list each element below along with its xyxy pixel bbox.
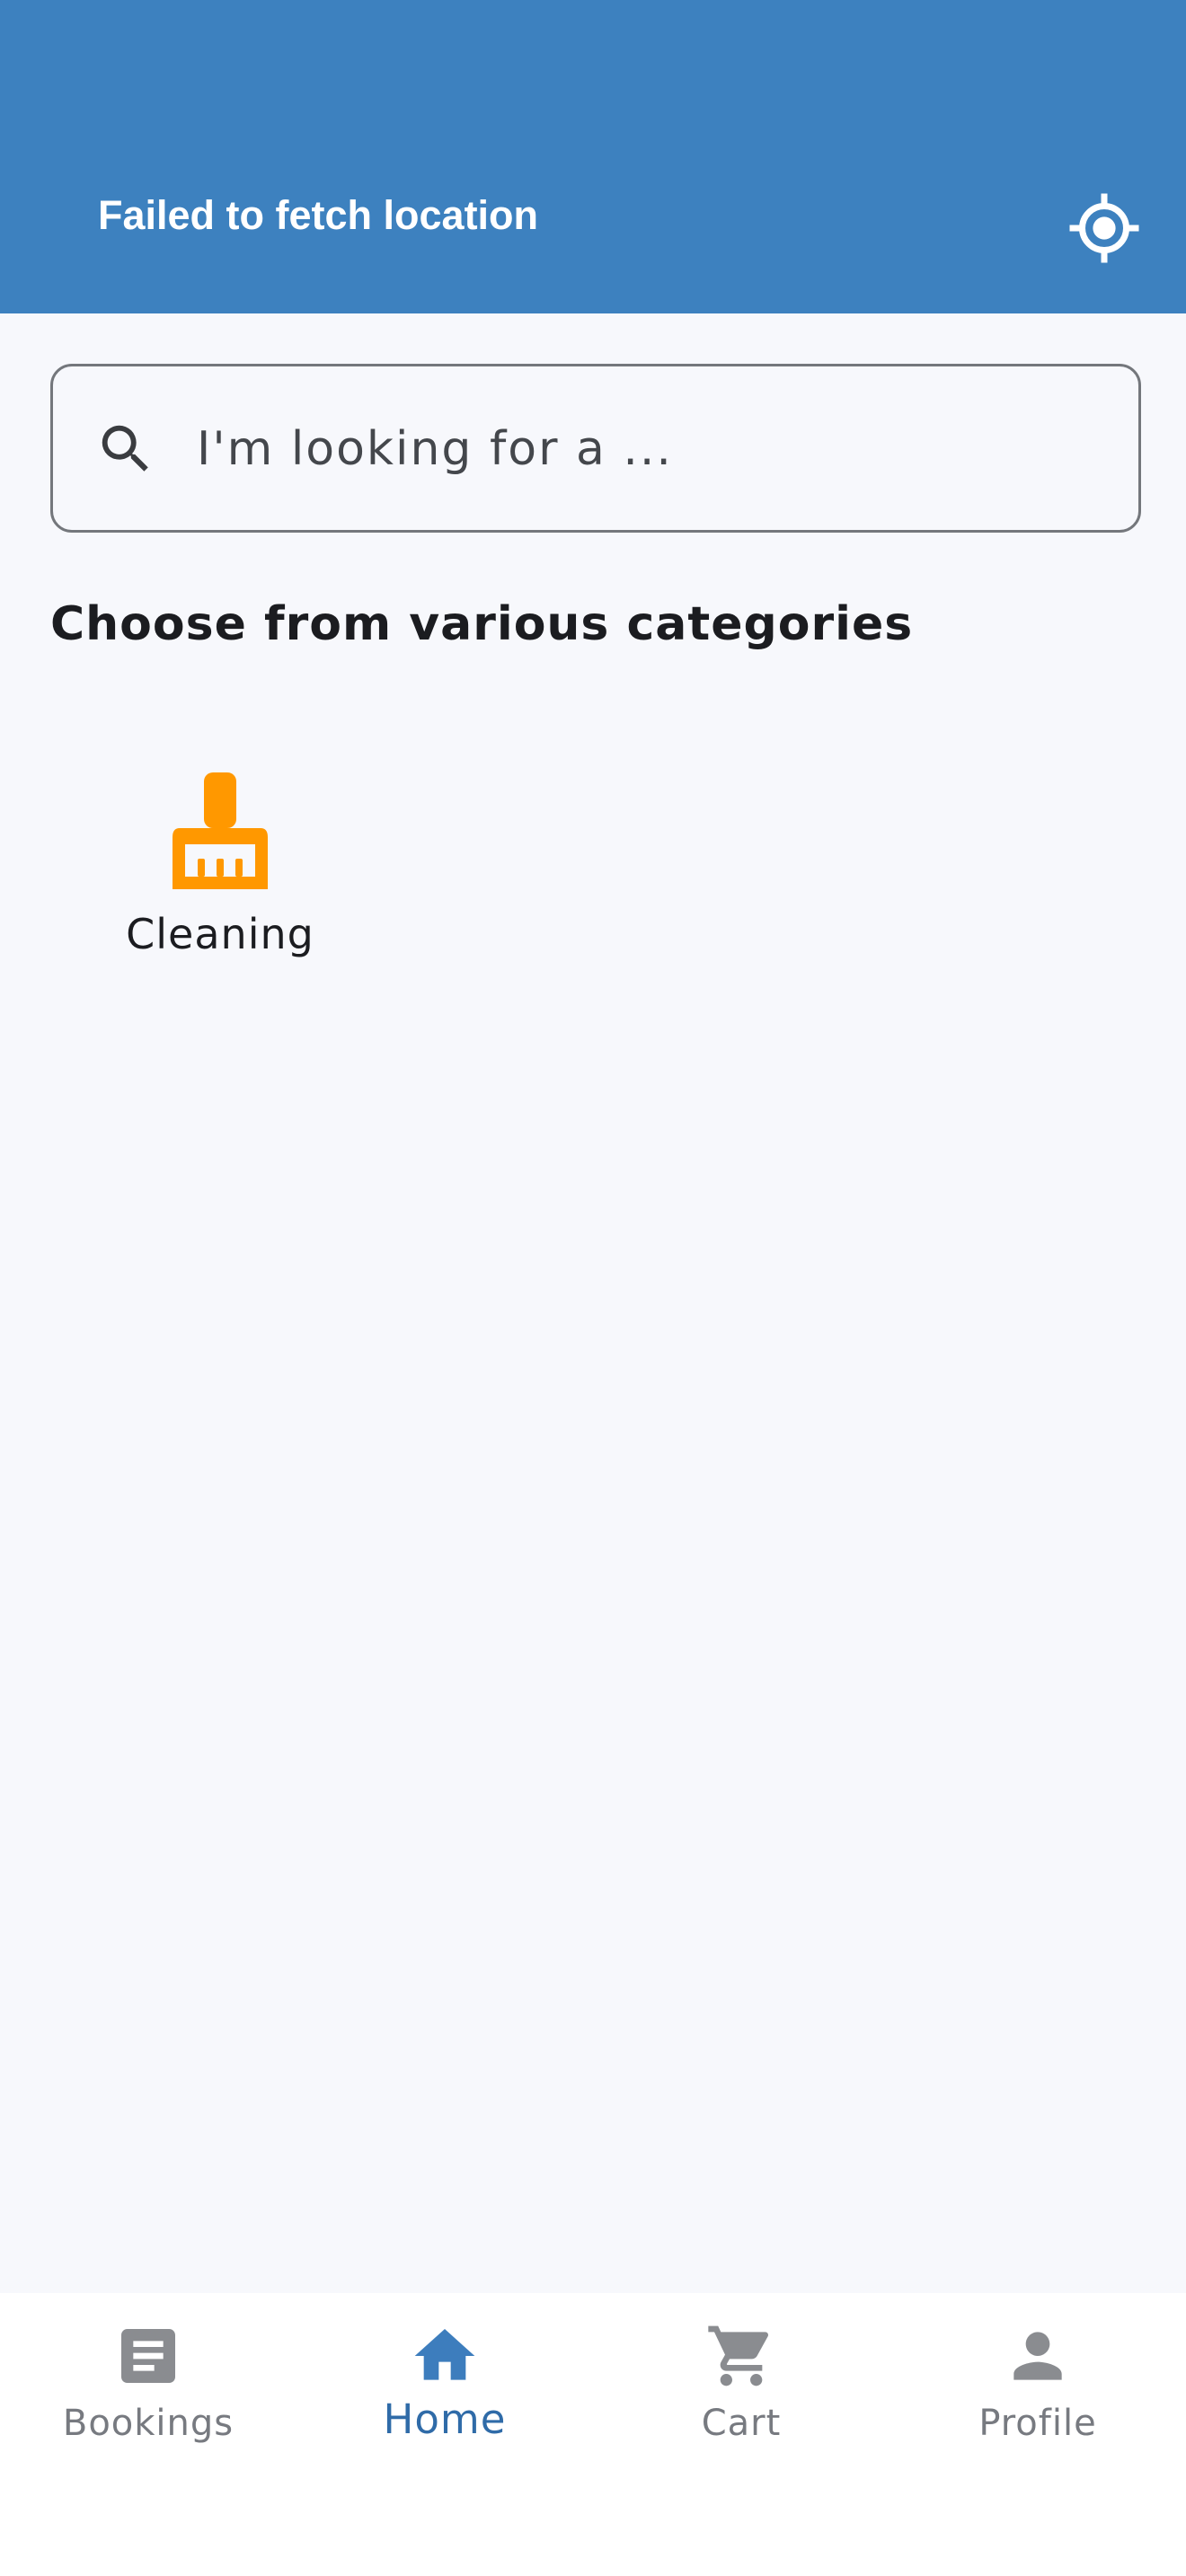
bottom-navigation-bar: Bookings Home Cart Profile <box>0 2293 1186 2576</box>
nav-label-bookings: Bookings <box>62 2403 235 2444</box>
nav-item-home[interactable]: Home <box>296 2293 593 2509</box>
nav-item-bookings[interactable]: Bookings <box>0 2293 296 2509</box>
article-icon <box>121 2329 175 2383</box>
cart-icon <box>708 2325 769 2386</box>
my-location-icon <box>1069 193 1139 263</box>
categories-heading: Choose from various categories <box>50 597 914 651</box>
search-field[interactable] <box>50 364 1141 533</box>
nav-label-profile: Profile <box>978 2403 1097 2444</box>
search-icon <box>102 425 148 472</box>
nav-label-cart: Cart <box>701 2403 782 2444</box>
nav-label-home: Home <box>383 2395 507 2443</box>
cleaning-brush-icon <box>173 772 268 889</box>
category-cleaning[interactable]: Cleaning <box>108 759 332 975</box>
location-status-text[interactable]: Failed to fetch location <box>98 189 538 243</box>
app-screen: Failed to fetch location Choose from var… <box>0 0 1186 2576</box>
category-label: Cleaning <box>126 910 314 958</box>
locate-me-button[interactable] <box>1067 190 1142 266</box>
app-header: Failed to fetch location <box>0 0 1186 313</box>
person-icon <box>1013 2332 1062 2380</box>
home-icon <box>414 2329 475 2380</box>
nav-item-profile[interactable]: Profile <box>890 2293 1186 2509</box>
nav-item-cart[interactable]: Cart <box>593 2293 890 2509</box>
search-input[interactable] <box>197 402 1113 496</box>
